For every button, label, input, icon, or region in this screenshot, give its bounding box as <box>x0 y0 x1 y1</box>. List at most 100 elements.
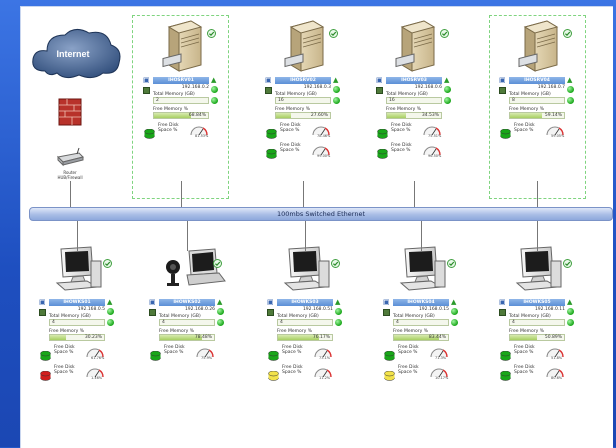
server-link <box>537 181 538 207</box>
ip-address: 192.168.0.2 <box>181 85 209 90</box>
disk-gauge-value: 73.1% <box>319 356 331 360</box>
router-link <box>70 181 71 207</box>
signal-icon: ▲ <box>567 298 573 306</box>
free-memory-fill <box>387 113 406 118</box>
node-name: IHOSRV04 <box>509 77 565 84</box>
memory-icon <box>499 87 506 94</box>
workstation-node[interactable]: ▣ IHOWKS03 ▲ 192.168.0.51 Total Memory (GB) 4… <box>267 245 345 420</box>
disk-ok-icon <box>500 346 511 365</box>
disk-gauge-value: 71.3% <box>435 356 447 360</box>
total-memory-value: 8 <box>512 98 515 103</box>
status-check-icon <box>329 23 338 42</box>
workstation-node[interactable]: ▣ IHOWKS05 ▲ 192.168.0.11 Total Memory (GB) 4… <box>499 245 577 420</box>
free-memory-fill <box>154 113 192 118</box>
total-memory-field: 4 <box>393 319 449 326</box>
disk-ok-icon <box>266 124 277 143</box>
free-memory-bar: 76.17% <box>277 334 333 341</box>
server-link <box>414 181 415 207</box>
memory-icon <box>149 309 156 316</box>
total-memory-field: 4 <box>509 319 565 326</box>
disk-ok-icon <box>266 144 277 163</box>
total-memory-field: 8 <box>509 97 565 104</box>
disk-error-icon <box>40 366 51 385</box>
signal-icon: ▲ <box>217 298 223 306</box>
free-memory-value: 59.14% <box>544 113 562 118</box>
total-memory-field: 2 <box>153 97 209 104</box>
internet-label: Internet <box>56 49 89 59</box>
free-disk-label: Free Disk Space % <box>282 365 303 375</box>
workstation-link <box>187 221 188 251</box>
status-light-icon <box>217 319 224 326</box>
node-name: IHOSRV01 <box>153 77 209 84</box>
status-light-icon <box>107 319 114 326</box>
internet-cloud-icon: Internet <box>32 29 121 79</box>
status-check-icon <box>207 23 216 42</box>
total-memory-field: 16 <box>275 97 331 104</box>
total-memory-value: 2 <box>156 98 159 103</box>
memory-icon <box>265 87 272 94</box>
signal-icon: ▲ <box>451 298 457 306</box>
network-activity-icon: ▣ <box>39 298 46 306</box>
status-light-icon <box>444 86 451 93</box>
node-name: IHOWKS02 <box>159 299 215 306</box>
node-name: IHOWKS03 <box>277 299 333 306</box>
free-memory-bar: 34.53% <box>386 112 442 119</box>
free-memory-fill <box>276 113 291 118</box>
memory-icon <box>376 87 383 94</box>
total-memory-value: 4 <box>52 320 55 325</box>
disk-gauge-value: 78.46% <box>317 134 331 138</box>
node-name: IHOSRV02 <box>275 77 331 84</box>
signal-icon: ▲ <box>567 76 573 84</box>
disk-ok-icon <box>377 144 388 163</box>
memory-icon <box>39 309 46 316</box>
workstation-node[interactable]: ▣ IHOWKS02 ▲ 192.168.0.26 Total Memory (GB) 4… <box>149 245 227 420</box>
free-disk-label: Free Disk Space % <box>280 123 301 133</box>
server-node[interactable]: ▣ IHOSRV01 ▲ 192.168.0.2 Total Memory (GB) 2 F… <box>143 19 221 194</box>
status-check-icon <box>563 253 572 272</box>
memory-icon <box>267 309 274 316</box>
status-light-icon <box>451 319 458 326</box>
server-node[interactable]: ▣ IHOSRV04 ▲ 192.168.0.7 Total Memory (GB) 8 F… <box>499 19 577 194</box>
status-light-icon <box>211 86 218 93</box>
workstation-node[interactable]: ▣ IHOWKS01 ▲ 192.168.0.5 Total Memory (GB) 4 F… <box>39 245 117 420</box>
disk-ok-icon <box>268 346 279 365</box>
status-light-icon <box>444 97 451 104</box>
total-memory-field: 4 <box>49 319 105 326</box>
free-memory-value: 68.84% <box>188 113 206 118</box>
computer-icon <box>281 245 333 297</box>
ethernet-backbone: 100mbs Switched Ethernet <box>29 207 613 221</box>
free-disk-label: Free Disk Space % <box>398 365 419 375</box>
network-activity-icon: ▣ <box>376 76 383 84</box>
total-memory-value: 4 <box>280 320 283 325</box>
firewall-icon <box>58 98 82 126</box>
status-light-icon <box>567 319 574 326</box>
free-memory-fill <box>50 335 67 340</box>
memory-icon <box>143 87 150 94</box>
signal-icon: ▲ <box>444 76 450 84</box>
status-light-icon <box>333 86 340 93</box>
disk-gauge-value: 59.05% <box>551 134 565 138</box>
workstation-node[interactable]: ▣ IHOWKS04 ▲ 192.168.0.15 Total Memory (GB) 4… <box>383 245 461 420</box>
status-light-icon <box>335 319 342 326</box>
total-memory-value: 4 <box>512 320 515 325</box>
memory-icon <box>499 309 506 316</box>
node-name: IHOWKS01 <box>49 299 105 306</box>
ip-address: 192.168.0.5 <box>77 307 105 312</box>
node-name: IHOWKS05 <box>509 299 565 306</box>
free-memory-value: 83.44% <box>428 335 446 340</box>
total-memory-field: 4 <box>277 319 333 326</box>
network-activity-icon: ▣ <box>383 298 390 306</box>
window-frame: Internet Router HUB/Firewall 100mbs Switc… <box>0 0 616 448</box>
disk-ok-icon <box>150 346 161 365</box>
disk-gauge-value: 1.46% <box>91 376 103 380</box>
server-node[interactable]: ▣ IHOSRV03 ▲ 192.168.0.6 Total Memory (GB) 16… <box>376 19 454 194</box>
network-activity-icon: ▣ <box>149 298 156 306</box>
total-memory-value: 4 <box>162 320 165 325</box>
disk-gauge-value: 75.51% <box>428 134 442 138</box>
network-diagram-canvas: Internet Router HUB/Firewall 100mbs Switc… <box>20 6 613 448</box>
free-disk-label: Free Disk Space % <box>398 345 419 355</box>
server-node[interactable]: ▣ IHOSRV02 ▲ 192.168.0.3 Total Memory (GB) 16… <box>265 19 343 194</box>
disk-ok-icon <box>384 346 395 365</box>
ip-address: 192.168.0.15 <box>418 307 449 312</box>
ip-address: 192.168.0.6 <box>414 85 442 90</box>
